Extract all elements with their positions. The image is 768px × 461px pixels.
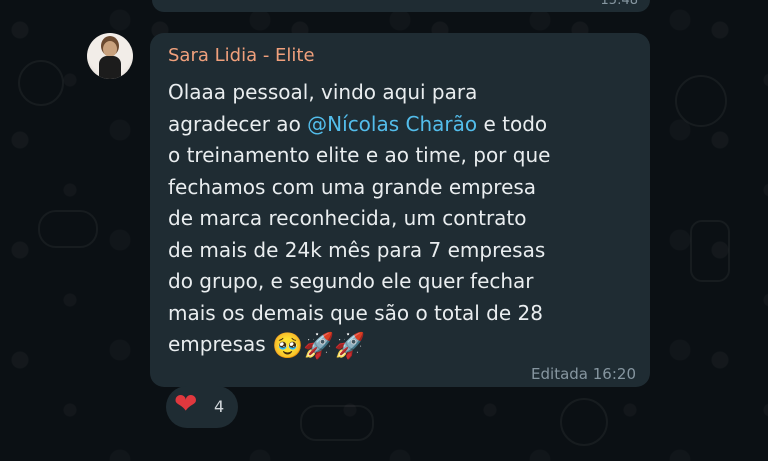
- wallpaper-doodle: [300, 405, 374, 441]
- rocket-icon: 🚀: [334, 331, 366, 360]
- pleading-face-icon: 🥹: [272, 331, 304, 360]
- wallpaper-doodle: [690, 220, 730, 282]
- wallpaper-doodle: [38, 210, 98, 248]
- message-line-9: empresas: [168, 332, 266, 356]
- message-time: 16:20: [592, 365, 636, 383]
- previous-message-bubble[interactable]: 15:48: [152, 0, 650, 12]
- edited-label: Editada: [531, 365, 588, 383]
- mention-link[interactable]: @Nícolas Charão: [307, 112, 477, 136]
- avatar[interactable]: [87, 33, 133, 79]
- avatar-body: [99, 56, 121, 79]
- message-line-6: de mais de 24k mês para 7 empresas: [168, 237, 546, 262]
- message-line-8: mais os demais que são o total de 28: [168, 300, 543, 325]
- wallpaper-doodle: [560, 398, 608, 446]
- previous-message-time: 15:48: [600, 0, 638, 8]
- message-bubble[interactable]: Sara Lidia - Elite Olaaa pessoal, vindo …: [150, 33, 650, 387]
- sender-name[interactable]: Sara Lidia - Elite: [168, 45, 315, 66]
- reaction-chip[interactable]: ❤ 4: [166, 386, 238, 428]
- message-line-5: de marca reconhecida, um contrato: [168, 206, 527, 230]
- wallpaper-doodle: [18, 60, 64, 106]
- message-line-1: Olaaa pessoal, vindo aqui para: [168, 80, 478, 104]
- reaction-count: 4: [214, 397, 225, 416]
- message-line-2-before: agradecer ao: [168, 111, 308, 136]
- wallpaper-doodle: [675, 75, 727, 127]
- message-line-2-after: e todo: [477, 111, 548, 136]
- message-line-4: fechamos com uma grande empresa: [168, 174, 537, 199]
- rocket-icon: 🚀: [303, 331, 335, 360]
- message-line-3: o treinamento elite e ao time, por que: [168, 143, 551, 167]
- message-text: Olaaa pessoal, vindo aqui para agradecer…: [168, 77, 638, 361]
- avatar-head: [103, 41, 117, 57]
- message-meta: Editada 16:20: [531, 365, 636, 383]
- heart-icon: ❤: [174, 387, 198, 420]
- message-line-7: do grupo, e segundo ele quer fechar: [168, 269, 534, 293]
